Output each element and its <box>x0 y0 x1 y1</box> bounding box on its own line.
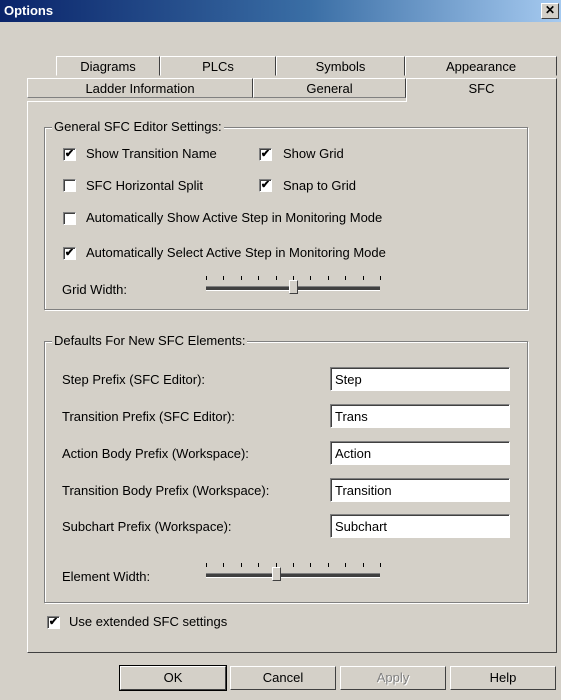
action-body-prefix-label: Action Body Prefix (Workspace): <box>62 446 249 461</box>
slider-tick <box>223 563 224 567</box>
slider-tick <box>380 563 381 567</box>
tab-sfc[interactable]: SFC <box>406 78 557 102</box>
slider-tick <box>223 276 224 280</box>
slider-tick <box>345 276 346 280</box>
slider-tick <box>241 276 242 280</box>
action-body-prefix-input[interactable] <box>330 441 510 465</box>
snap-to-grid-checkbox[interactable]: ✔ <box>259 179 272 192</box>
grid-width-label: Grid Width: <box>62 282 128 297</box>
subchart-prefix-label: Subchart Prefix (Workspace): <box>62 519 232 534</box>
slider-tick <box>310 276 311 280</box>
check-icon: ✔ <box>64 247 75 259</box>
slider-thumb[interactable] <box>289 280 298 294</box>
slider-tick <box>206 276 207 280</box>
transition-prefix-input[interactable] <box>330 404 510 428</box>
general-settings-legend: General SFC Editor Settings: <box>52 119 224 134</box>
transition-body-prefix-label: Transition Body Prefix (Workspace): <box>62 483 270 498</box>
tab-diagrams[interactable]: Diagrams <box>56 56 160 76</box>
slider-tick <box>258 563 259 567</box>
ok-button[interactable]: OK <box>119 665 227 691</box>
check-icon: ✔ <box>260 148 271 160</box>
slider-tick <box>380 276 381 280</box>
close-icon: ✕ <box>544 3 556 17</box>
apply-button[interactable]: Apply <box>340 666 446 690</box>
slider-tick <box>363 563 364 567</box>
sfc-horizontal-split-checkbox[interactable] <box>63 179 76 192</box>
element-width-slider[interactable] <box>198 559 388 587</box>
use-extended-sfc-checkbox[interactable]: ✔ <box>47 616 60 629</box>
window-title: Options <box>4 3 54 18</box>
check-icon: ✔ <box>48 616 59 628</box>
snap-to-grid-label: Snap to Grid <box>283 178 356 193</box>
slider-track <box>206 573 380 578</box>
transition-body-prefix-input[interactable] <box>330 478 510 502</box>
tab-symbols[interactable]: Symbols <box>276 56 405 76</box>
cancel-button[interactable]: Cancel <box>230 666 336 690</box>
auto-show-active-step-label: Automatically Show Active Step in Monito… <box>86 210 383 225</box>
auto-select-active-step-label: Automatically Select Active Step in Moni… <box>86 245 386 260</box>
grid-width-slider[interactable] <box>198 272 388 300</box>
transition-prefix-label: Transition Prefix (SFC Editor): <box>62 409 235 424</box>
slider-thumb[interactable] <box>272 567 281 581</box>
slider-tick <box>328 276 329 280</box>
check-icon: ✔ <box>260 179 271 191</box>
tab-general[interactable]: General <box>253 78 406 98</box>
auto-show-active-step-checkbox[interactable] <box>63 212 76 225</box>
defaults-legend: Defaults For New SFC Elements: <box>52 333 248 348</box>
step-prefix-input[interactable] <box>330 367 510 391</box>
slider-tick <box>328 563 329 567</box>
check-icon: ✔ <box>64 148 75 160</box>
slider-tick <box>345 563 346 567</box>
slider-tick <box>310 563 311 567</box>
sfc-horizontal-split-label: SFC Horizontal Split <box>86 178 204 193</box>
slider-tick <box>241 563 242 567</box>
use-extended-sfc-label: Use extended SFC settings <box>69 614 228 629</box>
show-grid-checkbox[interactable]: ✔ <box>259 148 272 161</box>
title-bar <box>0 0 561 22</box>
auto-select-active-step-checkbox[interactable]: ✔ <box>63 247 76 260</box>
subchart-prefix-input[interactable] <box>330 514 510 538</box>
close-button[interactable]: ✕ <box>541 3 559 19</box>
tab-appearance[interactable]: Appearance <box>405 56 557 76</box>
show-transition-name-label: Show Transition Name <box>86 146 217 161</box>
show-grid-label: Show Grid <box>283 146 344 161</box>
tab-plcs[interactable]: PLCs <box>160 56 276 76</box>
help-button[interactable]: Help <box>450 666 556 690</box>
show-transition-name-checkbox[interactable]: ✔ <box>63 148 76 161</box>
slider-tick <box>276 276 277 280</box>
tab-ladder-information[interactable]: Ladder Information <box>27 78 253 98</box>
element-width-label: Element Width: <box>62 569 151 584</box>
slider-tick <box>206 563 207 567</box>
slider-tick <box>293 563 294 567</box>
step-prefix-label: Step Prefix (SFC Editor): <box>62 372 206 387</box>
slider-tick <box>258 276 259 280</box>
slider-tick <box>363 276 364 280</box>
